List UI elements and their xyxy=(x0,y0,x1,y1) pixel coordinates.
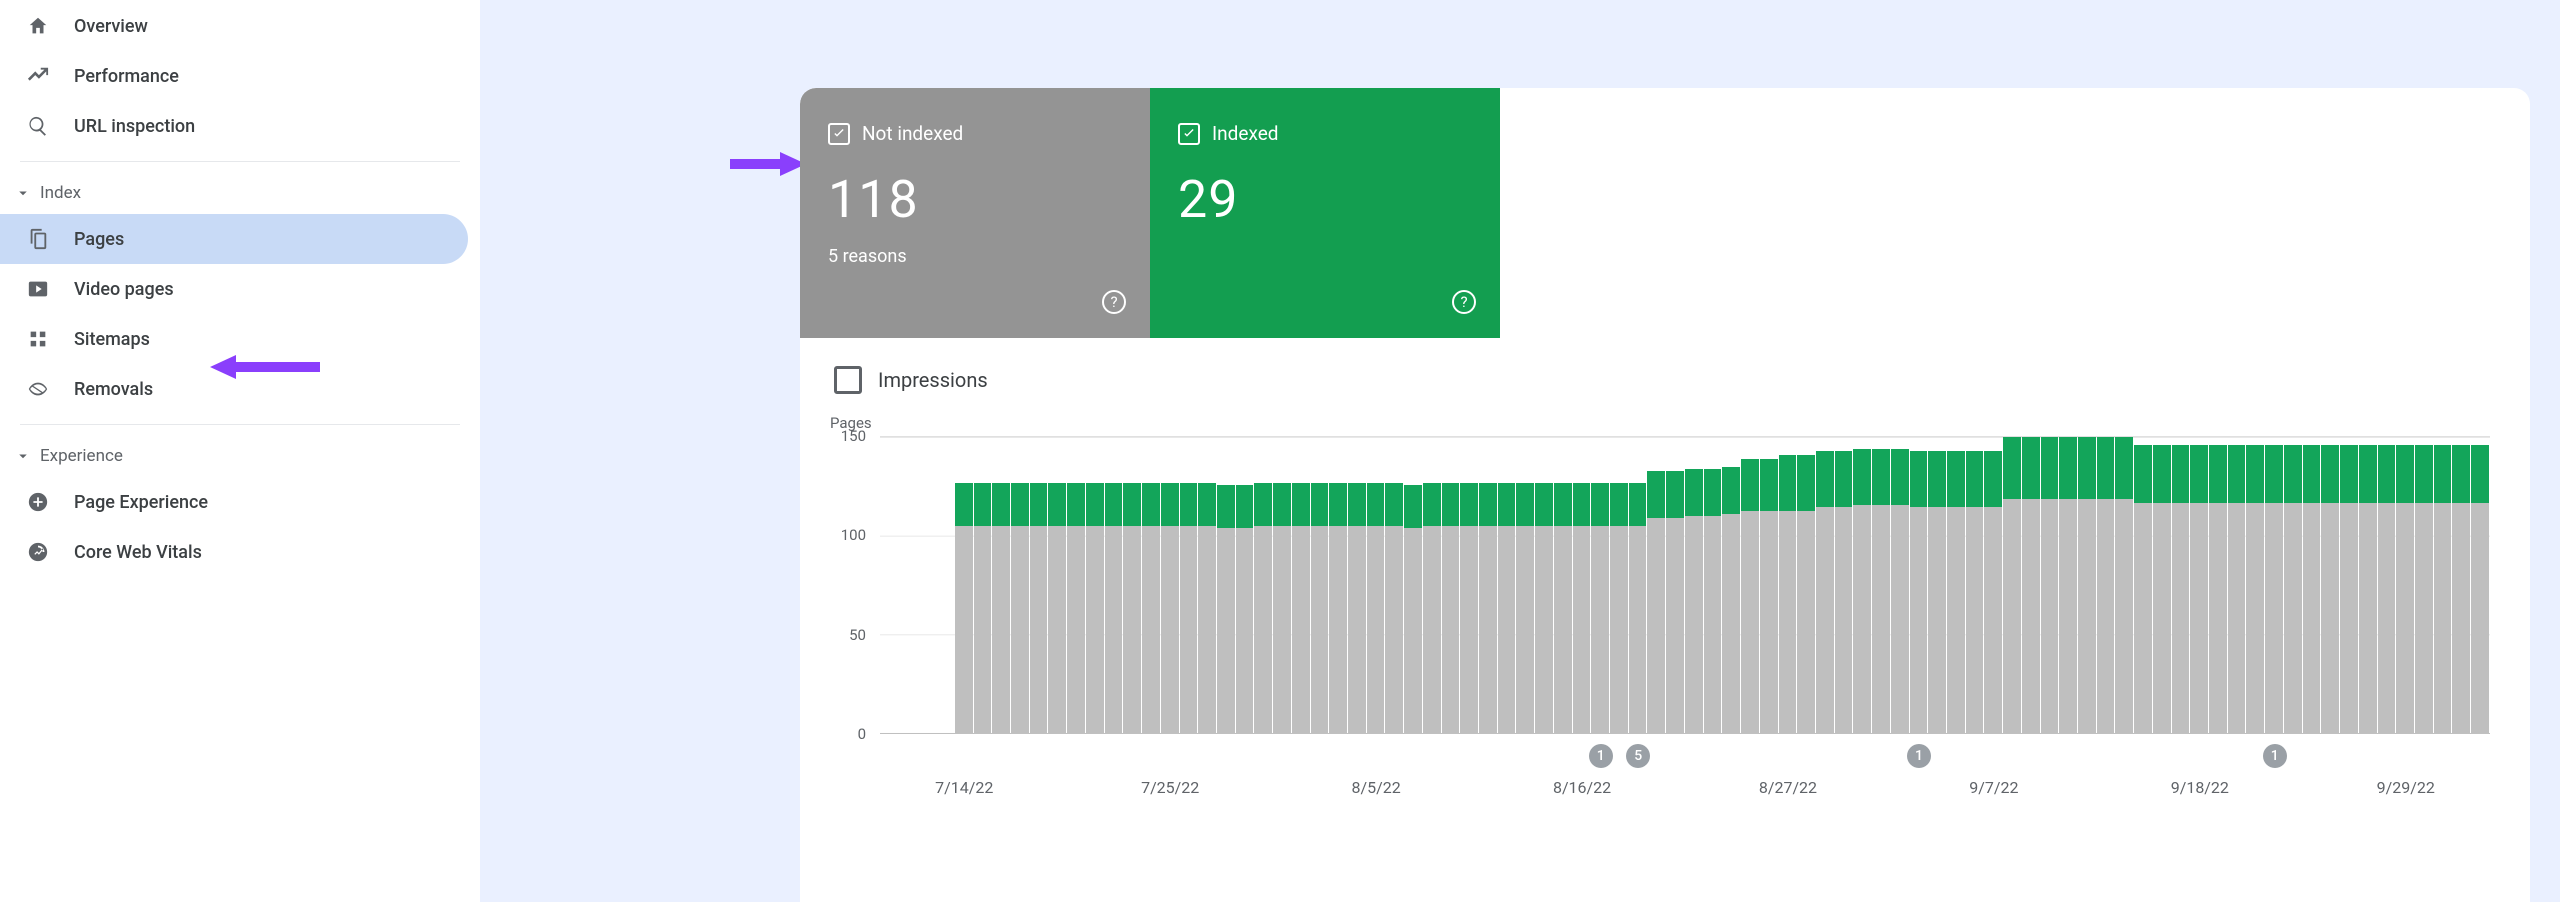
search-icon xyxy=(24,112,52,140)
chart-annotations: 1511 xyxy=(880,744,2490,770)
checkbox-checked-icon[interactable] xyxy=(1178,123,1200,145)
chart-y-tick: 150 xyxy=(830,427,866,445)
stat-card-not-indexed[interactable]: Not indexed 118 5 reasons ? xyxy=(800,88,1150,338)
impressions-toggle[interactable]: Impressions xyxy=(800,338,2530,414)
help-icon[interactable]: ? xyxy=(1102,290,1126,314)
chart-x-tick: 8/5/22 xyxy=(1352,778,1401,797)
sidebar-item-label: URL inspection xyxy=(74,116,195,137)
chevron-down-icon xyxy=(14,184,32,202)
sidebar-item-label: Pages xyxy=(74,229,124,250)
home-icon xyxy=(24,12,52,40)
video-icon xyxy=(24,275,52,303)
pages-icon xyxy=(24,225,52,253)
pageexp-icon xyxy=(24,488,52,516)
sidebar-section-label: Experience xyxy=(40,446,123,466)
chart-x-tick: 9/7/22 xyxy=(1969,778,2018,797)
removals-icon xyxy=(24,375,52,403)
chart-y-tick: 0 xyxy=(830,725,866,743)
sidebar-item-label: Overview xyxy=(74,16,148,37)
stat-subtitle: 5 reasons xyxy=(828,246,1122,267)
chart-y-tick: 100 xyxy=(830,526,866,544)
sidebar-item-url-inspection[interactable]: URL inspection xyxy=(0,101,468,151)
annotation-arrow xyxy=(730,150,806,178)
divider xyxy=(20,424,460,425)
sidebar-item-label: Performance xyxy=(74,66,179,87)
sidebar-item-label: Video pages xyxy=(74,279,174,300)
sidebar-item-video-pages[interactable]: Video pages xyxy=(0,264,468,314)
sidebar-section-index[interactable]: Index xyxy=(0,172,480,214)
sidebar-item-core-web-vitals[interactable]: Core Web Vitals xyxy=(0,527,468,577)
chart-annotation-bubble[interactable]: 5 xyxy=(1626,744,1650,768)
help-icon[interactable]: ? xyxy=(1452,290,1476,314)
chart-x-tick: 7/25/22 xyxy=(1141,778,1199,797)
sidebar-item-sitemaps[interactable]: Sitemaps xyxy=(0,314,468,364)
sidebar-item-label: Core Web Vitals xyxy=(74,542,202,563)
divider xyxy=(20,161,460,162)
sidebar-item-label: Sitemaps xyxy=(74,329,150,350)
checkbox-unchecked-icon[interactable] xyxy=(834,366,862,394)
chevron-down-icon xyxy=(14,447,32,465)
chart: Pages 050100150 1511 7/14/227/25/228/5/2… xyxy=(830,414,2490,814)
chart-annotation-bubble[interactable]: 1 xyxy=(1589,744,1613,768)
chart-x-tick: 9/29/22 xyxy=(2377,778,2435,797)
stat-title: Not indexed xyxy=(862,122,963,145)
stat-card-indexed[interactable]: Indexed 29 ? xyxy=(1150,88,1500,338)
sidebar-item-performance[interactable]: Performance xyxy=(0,51,468,101)
chart-annotation-bubble[interactable]: 1 xyxy=(1907,744,1931,768)
impressions-label: Impressions xyxy=(878,368,988,392)
stat-title: Indexed xyxy=(1212,122,1278,145)
sidebar-section-experience[interactable]: Experience xyxy=(0,435,480,477)
sidebar-item-label: Removals xyxy=(74,379,153,400)
chart-x-tick: 8/27/22 xyxy=(1759,778,1817,797)
chart-x-tick: 9/18/22 xyxy=(2171,778,2229,797)
stat-value: 29 xyxy=(1178,169,1472,230)
sidebar: Overview Performance URL inspection Inde… xyxy=(0,0,480,902)
stat-row: Not indexed 118 5 reasons ? Indexed 29 ? xyxy=(800,88,2530,338)
sidebar-item-label: Page Experience xyxy=(74,492,208,513)
performance-icon xyxy=(24,62,52,90)
chart-annotation-bubble[interactable]: 1 xyxy=(2263,744,2287,768)
sidebar-item-pages[interactable]: Pages xyxy=(0,214,468,264)
cwv-icon xyxy=(24,538,52,566)
sidebar-section-label: Index xyxy=(40,183,81,203)
chart-y-tick: 50 xyxy=(830,626,866,644)
sidebar-item-page-experience[interactable]: Page Experience xyxy=(0,477,468,527)
main-card: Not indexed 118 5 reasons ? Indexed 29 ?… xyxy=(800,88,2530,902)
chart-plot xyxy=(880,436,2490,734)
sitemap-icon xyxy=(24,325,52,353)
sidebar-item-overview[interactable]: Overview xyxy=(0,1,468,51)
stat-value: 118 xyxy=(828,169,1122,230)
chart-x-tick: 8/16/22 xyxy=(1553,778,1611,797)
chart-x-tick: 7/14/22 xyxy=(935,778,993,797)
checkbox-checked-icon[interactable] xyxy=(828,123,850,145)
sidebar-item-removals[interactable]: Removals xyxy=(0,364,468,414)
